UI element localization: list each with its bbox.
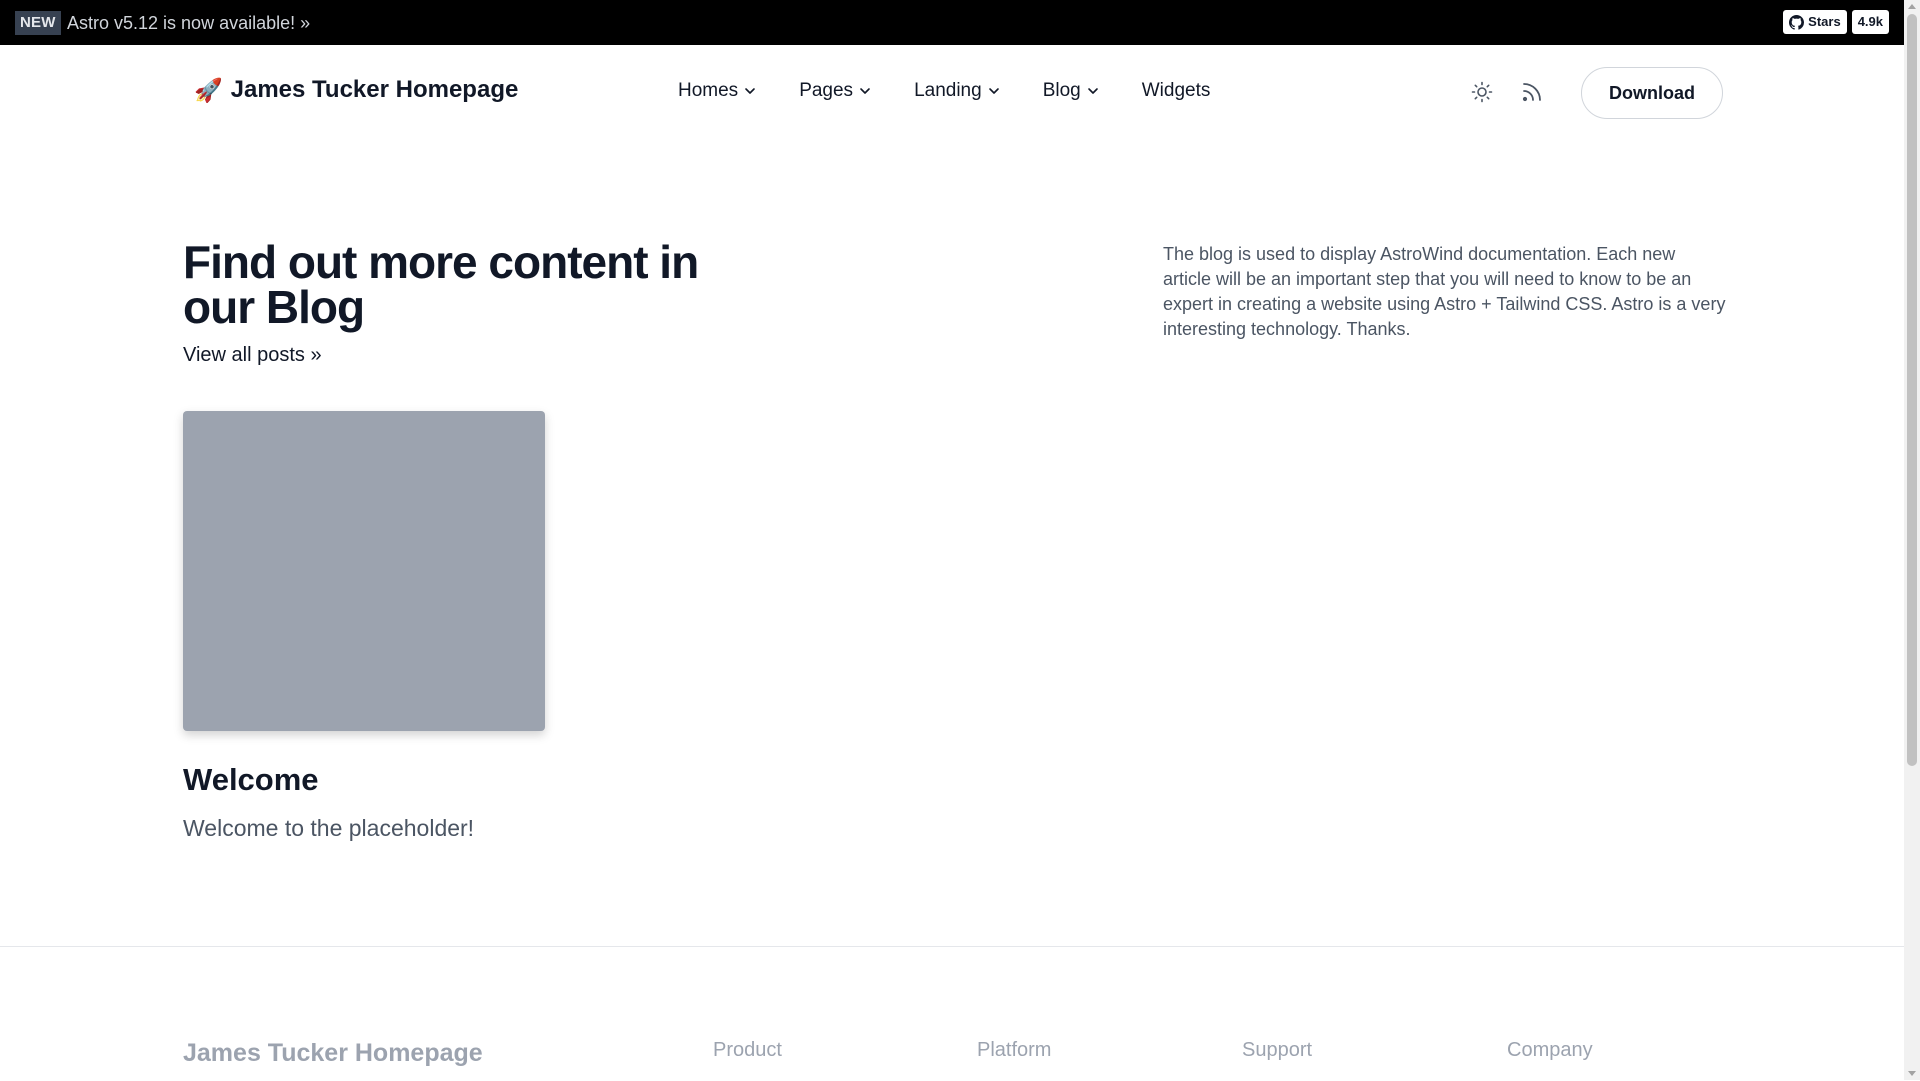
rss-icon [1522, 83, 1541, 102]
view-all-posts-link[interactable]: View all posts » [183, 344, 322, 367]
chevron-down-icon [860, 88, 870, 94]
footer-column-support: Support [1242, 1039, 1313, 1061]
nav-item-homes[interactable]: Homes [678, 79, 756, 103]
nav-item-label: Landing [914, 80, 982, 101]
github-icon [1789, 14, 1805, 30]
site-brand-name: James Tucker Homepage [230, 76, 519, 103]
nav-item-landing[interactable]: Landing [914, 79, 1000, 103]
scroll-up-arrow-icon[interactable] [1908, 4, 1916, 9]
chevron-down-icon [988, 88, 999, 94]
rss-button[interactable] [1520, 80, 1544, 104]
nav-item-label: Blog [1042, 80, 1081, 101]
github-stars-widget: Stars 4.9k [1783, 10, 1889, 34]
footer-column-platform: Platform [977, 1039, 1052, 1061]
nav-item-label: Widgets [1141, 80, 1211, 101]
chevron-down-icon [745, 88, 755, 94]
nav-item-widgets[interactable]: Widgets [1142, 79, 1211, 103]
github-stars-label: Stars [1808, 14, 1841, 29]
sun-icon [1471, 81, 1493, 103]
github-stars-button[interactable]: Stars [1783, 10, 1847, 34]
nav-item-label: Pages [799, 80, 854, 101]
theme-toggle-button[interactable] [1470, 80, 1494, 104]
footer-brand[interactable]: James Tucker Homepage [183, 1039, 483, 1068]
announcement-link[interactable]: Astro v5.12 is now available! » [67, 11, 310, 35]
post-title[interactable]: Welcome [183, 762, 319, 798]
github-stars-count[interactable]: 4.9k [1851, 10, 1889, 34]
site-footer: James Tucker Homepage Product Platform S… [0, 946, 1904, 1081]
nav-item-blog[interactable]: Blog [1043, 79, 1099, 103]
new-badge: NEW [15, 11, 61, 35]
site-logo-link[interactable]: 🚀 James Tucker Homepage [194, 76, 518, 104]
nav-item-pages[interactable]: Pages [799, 79, 871, 103]
main-nav: Homes Pages Landing Blog Widgets [678, 79, 1210, 103]
site-header: 🚀 James Tucker Homepage Homes Pages Land… [0, 45, 1904, 141]
rocket-icon: 🚀 [194, 76, 223, 103]
blog-section-title: Find out more content in our Blog [183, 236, 699, 333]
scrollbar-thumb[interactable] [1907, 14, 1917, 766]
post-image-placeholder[interactable] [183, 411, 545, 731]
chevron-down-icon [1087, 88, 1098, 94]
page-scrollbar[interactable] [1904, 0, 1920, 1080]
nav-item-label: Homes [678, 80, 739, 101]
announcement-bar: NEW Astro v5.12 is now available! » Star… [0, 0, 1904, 45]
scroll-down-arrow-icon[interactable] [1908, 1071, 1916, 1076]
post-excerpt: Welcome to the placeholder! [183, 815, 475, 841]
download-button[interactable]: Download [1581, 67, 1723, 119]
footer-column-product: Product [713, 1039, 782, 1061]
blog-description: The blog is used to display AstroWind do… [1163, 244, 1726, 339]
footer-column-company: Company [1507, 1039, 1593, 1061]
